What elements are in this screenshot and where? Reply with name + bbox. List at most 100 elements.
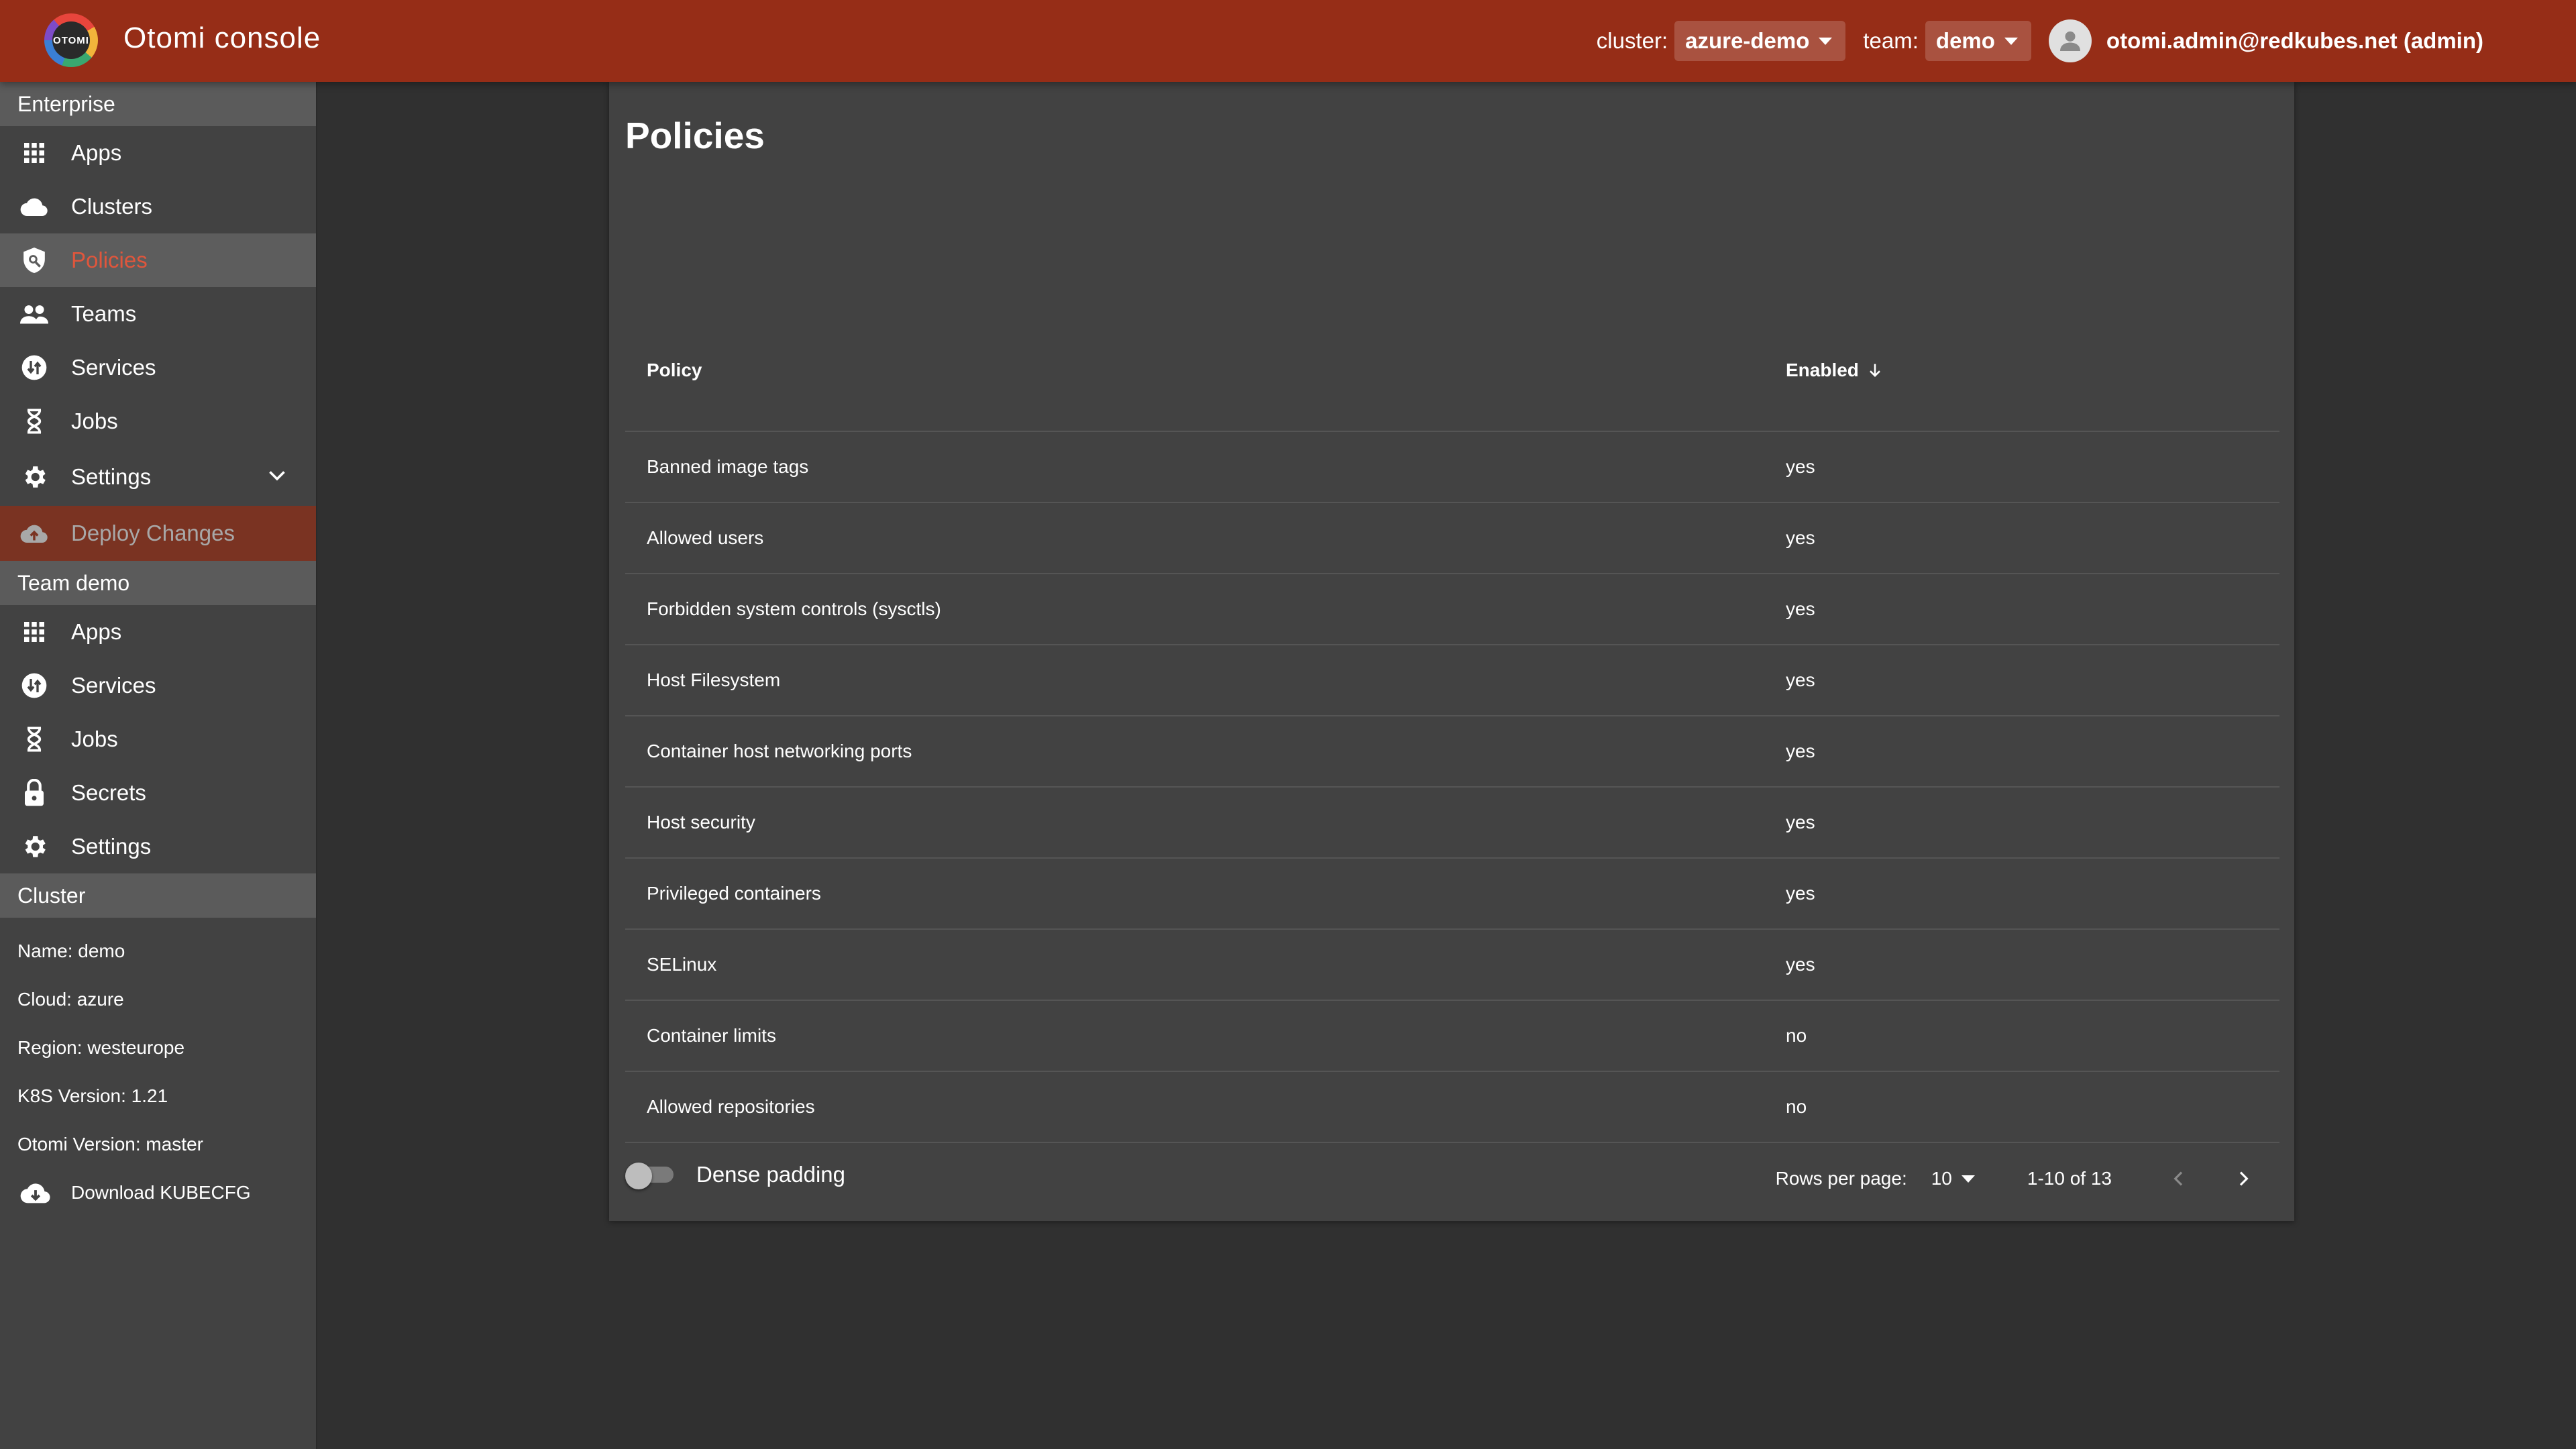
team-select[interactable]: demo (1925, 21, 2031, 61)
policy-name: Allowed repositories (647, 1096, 815, 1117)
policy-enabled: yes (1786, 954, 1815, 975)
policy-enabled: no (1786, 1096, 1807, 1117)
sidebar-item-label: Policies (71, 248, 148, 272)
table-row[interactable]: Privileged containers yes (625, 859, 2279, 930)
sidebar-item-settings[interactable]: Settings (0, 448, 316, 506)
rows-per-page-value: 10 (1931, 1168, 1952, 1189)
sidebar-item-team-apps[interactable]: Apps (0, 605, 316, 659)
logo-text: OTOMI (52, 21, 90, 59)
sidebar-item-teams[interactable]: Teams (0, 287, 316, 341)
sidebar-item-policies[interactable]: Policies (0, 233, 316, 287)
deploy-changes-button[interactable]: Deploy Changes (0, 506, 316, 561)
column-header-policy[interactable]: Policy (625, 360, 1786, 381)
cluster-cloud: Cloud: azure (17, 989, 124, 1010)
user-email[interactable]: otomi.admin@redkubes.net (admin) (2106, 28, 2483, 54)
dense-padding-toggle[interactable] (625, 1163, 676, 1189)
policy-enabled: yes (1786, 669, 1815, 690)
sidebar-item-apps[interactable]: Apps (0, 126, 316, 180)
download-kubecfg-button[interactable]: Download KUBECFG (0, 1169, 316, 1217)
policy-name: Banned image tags (647, 456, 809, 477)
top-right-controls: cluster: azure-demo team: demo otomi.adm… (1597, 0, 2536, 82)
policy-enabled: yes (1786, 456, 1815, 477)
caret-down-icon (1961, 1175, 1975, 1183)
next-page-button[interactable] (2230, 1165, 2257, 1192)
policies-panel: Policies Policy Enabled Banned image tag… (609, 82, 2294, 1221)
team-label: team: (1863, 28, 1919, 53)
sidebar-item-label: Services (71, 673, 156, 698)
gear-icon (20, 833, 48, 861)
sidebar-item-team-jobs[interactable]: Jobs (0, 712, 316, 766)
apps-icon (20, 618, 48, 646)
sidebar-item-label: Jobs (71, 727, 118, 751)
table-row[interactable]: SELinux yes (625, 930, 2279, 1001)
download-kubecfg-label: Download KUBECFG (71, 1182, 251, 1203)
policy-enabled: yes (1786, 883, 1815, 904)
sidebar-item-team-secrets[interactable]: Secrets (0, 766, 316, 820)
sidebar-item-label: Services (71, 355, 156, 380)
cluster-value: azure-demo (1685, 28, 1810, 53)
sidebar-item-label: Jobs (71, 409, 118, 433)
table-row[interactable]: Host Filesystem yes (625, 645, 2279, 716)
page: OTOMI Otomi console cluster: azure-demo … (0, 0, 2576, 1449)
cluster-name: Name: demo (17, 941, 125, 961)
sidebar-item-team-settings[interactable]: Settings (0, 820, 316, 873)
sidebar-item-label: Apps (71, 140, 122, 165)
table-row[interactable]: Allowed users yes (625, 503, 2279, 574)
dense-padding-label: Dense padding (696, 1162, 846, 1187)
cluster-region: Region: westeurope (17, 1037, 185, 1058)
policy-name: Container host networking ports (647, 741, 912, 761)
table-row[interactable]: Container host networking ports yes (625, 716, 2279, 788)
lock-icon (20, 779, 48, 807)
table-row[interactable]: Container limits no (625, 1001, 2279, 1072)
table-row[interactable]: Banned image tags yes (625, 432, 2279, 503)
sidebar-item-clusters[interactable]: Clusters (0, 180, 316, 233)
caret-down-icon (2004, 37, 2018, 45)
sidebar-item-label: Clusters (71, 194, 153, 219)
sidebar-item-jobs[interactable]: Jobs (0, 394, 316, 448)
toggle-thumb (625, 1163, 652, 1189)
previous-page-button[interactable] (2165, 1165, 2192, 1192)
column-header-enabled[interactable]: Enabled (1786, 360, 1884, 381)
otomi-logo[interactable]: OTOMI (44, 13, 98, 67)
dense-padding-control[interactable]: Dense padding (625, 1162, 846, 1189)
table-row[interactable]: Allowed repositories no (625, 1072, 2279, 1143)
sidebar-item-team-services[interactable]: Services (0, 659, 316, 712)
page-title: Policies (625, 115, 765, 156)
policy-enabled: yes (1786, 741, 1815, 761)
cloud-download-icon (20, 1183, 50, 1203)
table-row[interactable]: Forbidden system controls (sysctls) yes (625, 574, 2279, 645)
dark-mode-icon[interactable] (2506, 26, 2536, 56)
team-value: demo (1935, 28, 1995, 53)
people-icon (20, 300, 48, 328)
sidebar-item-label: Settings (71, 834, 152, 859)
column-header-enabled-label: Enabled (1786, 360, 1859, 380)
policy-name: Allowed users (647, 527, 764, 548)
sidebar-item-label: Secrets (71, 780, 146, 805)
sidebar-header-team: Team demo (0, 561, 316, 605)
top-app-bar: OTOMI Otomi console cluster: azure-demo … (0, 0, 2576, 82)
policy-icon (20, 246, 48, 274)
sidebar-item-services[interactable]: Services (0, 341, 316, 394)
app-title: Otomi console (123, 21, 321, 54)
swap-icon (20, 672, 48, 700)
rows-per-page-select[interactable]: 10 (1931, 1168, 1975, 1189)
sidebar: Enterprise Apps Clusters Policies Teams (0, 82, 317, 1449)
arrow-down-icon (1870, 364, 1880, 377)
sidebar-header-enterprise: Enterprise (0, 82, 316, 126)
cluster-select[interactable]: azure-demo (1674, 21, 1846, 61)
chevron-down-icon[interactable] (265, 463, 289, 487)
hourglass-icon (20, 725, 48, 753)
caret-down-icon (1819, 37, 1833, 45)
sidebar-item-label: Settings (71, 464, 152, 489)
table-row[interactable]: Host security yes (625, 788, 2279, 859)
policy-name: Container limits (647, 1025, 776, 1046)
sidebar-header-cluster: Cluster (0, 873, 316, 918)
policy-name: Privileged containers (647, 883, 821, 904)
gear-icon (20, 463, 48, 491)
account-icon[interactable] (2048, 19, 2092, 62)
deploy-changes-label: Deploy Changes (71, 521, 235, 545)
table-header: Policy Enabled (625, 310, 2279, 432)
policy-name: SELinux (647, 954, 717, 975)
cloud-icon (20, 193, 48, 221)
sidebar-item-label: Teams (71, 301, 137, 326)
